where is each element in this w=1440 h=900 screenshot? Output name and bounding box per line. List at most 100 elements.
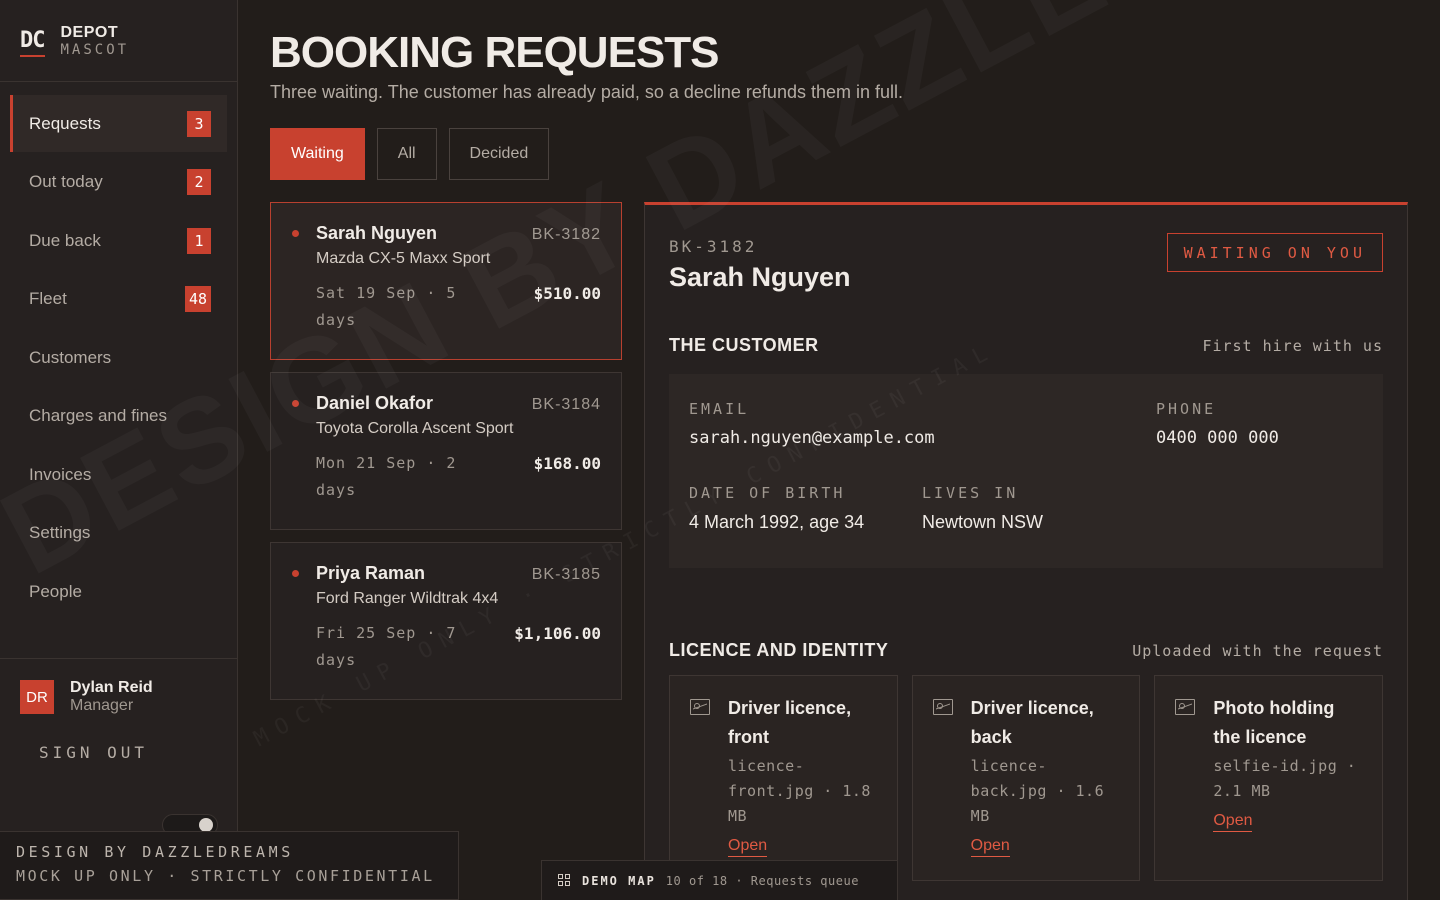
unread-dot-icon: [292, 400, 299, 407]
demo-map-label: DEMO MAP: [582, 873, 656, 888]
email-field: EMAIL sarah.nguyen@example.com: [689, 400, 935, 448]
request-footer: Sat 19 Sep · 5 days $510.00: [316, 280, 601, 334]
licence-section-header: LICENCE AND IDENTITY Uploaded with the r…: [669, 640, 1383, 661]
request-price: $168.00: [533, 454, 601, 473]
sign-out-button[interactable]: SIGN OUT: [39, 743, 218, 762]
sidebar-item-requests[interactable]: Requests 3: [10, 95, 227, 152]
request-dates: Fri 25 Sep · 7 days: [316, 624, 457, 669]
request-dates: Sat 19 Sep · 5 days: [316, 284, 457, 329]
sidebar-item-label: Charges and fines: [29, 406, 167, 425]
sidebar-item-label: Settings: [29, 523, 91, 542]
request-header: Sarah Nguyen BK-3182: [316, 223, 601, 244]
lives-field: LIVES IN Newtown NSW: [922, 484, 1043, 533]
sidebar-item-charges[interactable]: Charges and fines: [10, 388, 227, 445]
email-value[interactable]: sarah.nguyen@example.com: [689, 428, 935, 448]
field-label: EMAIL: [689, 400, 750, 418]
request-detail-panel: BK-3182 Sarah Nguyen WAITING ON YOU THE …: [644, 202, 1408, 900]
sidebar: DC DEPOT MASCOT Requests 3 Out today 2 D…: [0, 0, 238, 900]
tab-waiting[interactable]: Waiting: [270, 128, 365, 180]
request-header: Priya Raman BK-3185: [316, 563, 601, 584]
request-price: $510.00: [533, 284, 601, 303]
main-content: BOOKING REQUESTS Three waiting. The cust…: [238, 0, 1440, 900]
watermark-box: DESIGN BY DAZZLEDREAMS MOCK UP ONLY · ST…: [0, 831, 459, 900]
user-box: DR Dylan Reid Manager SIGN OUT: [0, 658, 238, 762]
section-title: THE CUSTOMER: [669, 335, 819, 355]
sidebar-item-label: Customers: [29, 347, 112, 367]
brand-logo: DC: [20, 28, 45, 57]
image-icon: [690, 699, 710, 715]
document-file: selfie-id.jpg · 2.1 MB: [1213, 757, 1357, 800]
section-note: Uploaded with the request: [1132, 642, 1383, 660]
sidebar-item-customers[interactable]: Customers: [10, 329, 227, 386]
dob-field: DATE OF BIRTH 4 March 1992, age 34: [689, 484, 864, 533]
user-info: Dylan Reid Manager: [70, 679, 153, 715]
request-card[interactable]: Sarah Nguyen BK-3182 Mazda CX-5 Maxx Spo…: [270, 202, 622, 360]
sidebar-item-people[interactable]: People: [10, 563, 227, 620]
brand-name: DEPOT: [60, 23, 119, 41]
document-list: Driver licence, front licence-front.jpg …: [669, 675, 1384, 881]
image-icon: [932, 699, 953, 715]
user-role: Manager: [70, 697, 134, 714]
grid-icon: [558, 873, 572, 888]
count-badge: 1: [187, 227, 211, 254]
sidebar-item-label: Out today: [29, 172, 103, 191]
request-vehicle: Toyota Corolla Ascent Sport: [316, 420, 514, 437]
request-customer-name: Daniel Okafor: [316, 393, 434, 413]
sidebar-item-label: Requests: [29, 113, 101, 133]
count-badge: 3: [187, 110, 211, 137]
document-card: Driver licence, front licence-front.jpg …: [669, 675, 898, 881]
request-price: $1,106.00: [514, 624, 601, 643]
user-name: Dylan Reid: [70, 679, 153, 696]
sidebar-item-fleet[interactable]: Fleet 48: [10, 271, 227, 328]
sidebar-item-label: People: [29, 581, 82, 601]
unread-dot-icon: [292, 230, 299, 237]
request-customer-name: Sarah Nguyen: [316, 223, 438, 243]
open-document-link[interactable]: Open: [728, 837, 768, 857]
brand[interactable]: DC DEPOT MASCOT: [0, 0, 237, 82]
request-vehicle: Ford Ranger Wildtrak 4x4: [316, 590, 499, 607]
sidebar-item-invoices[interactable]: Invoices: [10, 446, 227, 503]
demo-map-bar[interactable]: DEMO MAP 10 of 18 · Requests queue: [541, 860, 898, 900]
request-footer: Fri 25 Sep · 7 days $1,106.00: [316, 620, 601, 674]
watermark-line-2: MOCK UP ONLY · STRICTLY CONFIDENTIAL: [16, 867, 435, 885]
request-id: BK-3184: [531, 396, 601, 413]
request-card[interactable]: Priya Raman BK-3185 Ford Ranger Wildtrak…: [270, 542, 622, 700]
page-title: BOOKING REQUESTS: [270, 28, 719, 77]
customer-section-header: THE CUSTOMER First hire with us: [669, 335, 1383, 356]
sidebar-item-due-back[interactable]: Due back 1: [10, 212, 227, 269]
brand-text: DEPOT MASCOT: [61, 24, 130, 58]
request-footer: Mon 21 Sep · 2 days $168.00: [316, 450, 601, 504]
phone-value[interactable]: 0400 000 000: [1156, 428, 1279, 448]
unread-dot-icon: [292, 570, 299, 577]
section-note: First hire with us: [1202, 337, 1383, 355]
image-icon: [1175, 699, 1196, 715]
sidebar-item-settings[interactable]: Settings: [10, 505, 227, 562]
sidebar-nav: Requests 3 Out today 2 Due back 1 Fleet …: [0, 82, 237, 620]
customer-details-box: EMAIL sarah.nguyen@example.com PHONE 040…: [669, 374, 1383, 568]
open-document-link[interactable]: Open: [970, 837, 1010, 857]
request-list: Sarah Nguyen BK-3182 Mazda CX-5 Maxx Spo…: [270, 202, 622, 712]
brand-tagline: MASCOT: [60, 41, 130, 58]
document-title: Driver licence, front: [728, 698, 852, 747]
sidebar-item-label: Invoices: [29, 464, 92, 484]
tab-all[interactable]: All: [376, 128, 437, 180]
field-label: DATE OF BIRTH: [689, 484, 846, 502]
page-subtitle: Three waiting. The customer has already …: [270, 82, 904, 102]
field-label: LIVES IN: [922, 484, 1019, 502]
status-badge: WAITING ON YOU: [1166, 233, 1383, 272]
phone-field: PHONE 0400 000 000: [1156, 400, 1279, 448]
sidebar-item-label: Fleet: [29, 289, 67, 308]
dob-value: 4 March 1992, age 34: [689, 512, 865, 532]
document-title: Driver licence, back: [970, 698, 1094, 747]
lives-value: Newtown NSW: [922, 512, 1044, 532]
request-id: BK-3185: [531, 566, 601, 583]
section-title: LICENCE AND IDENTITY: [669, 640, 889, 660]
sidebar-item-label: Due back: [29, 230, 101, 250]
open-document-link[interactable]: Open: [1213, 812, 1253, 832]
tab-decided[interactable]: Decided: [448, 128, 550, 180]
document-file: licence-back.jpg · 1.6 MB: [970, 757, 1105, 825]
document-title: Photo holding the licence: [1213, 698, 1335, 747]
sidebar-item-out-today[interactable]: Out today 2: [10, 154, 227, 211]
document-file: licence-front.jpg · 1.8 MB: [728, 757, 871, 825]
request-card[interactable]: Daniel Okafor BK-3184 Toyota Corolla Asc…: [270, 372, 622, 530]
